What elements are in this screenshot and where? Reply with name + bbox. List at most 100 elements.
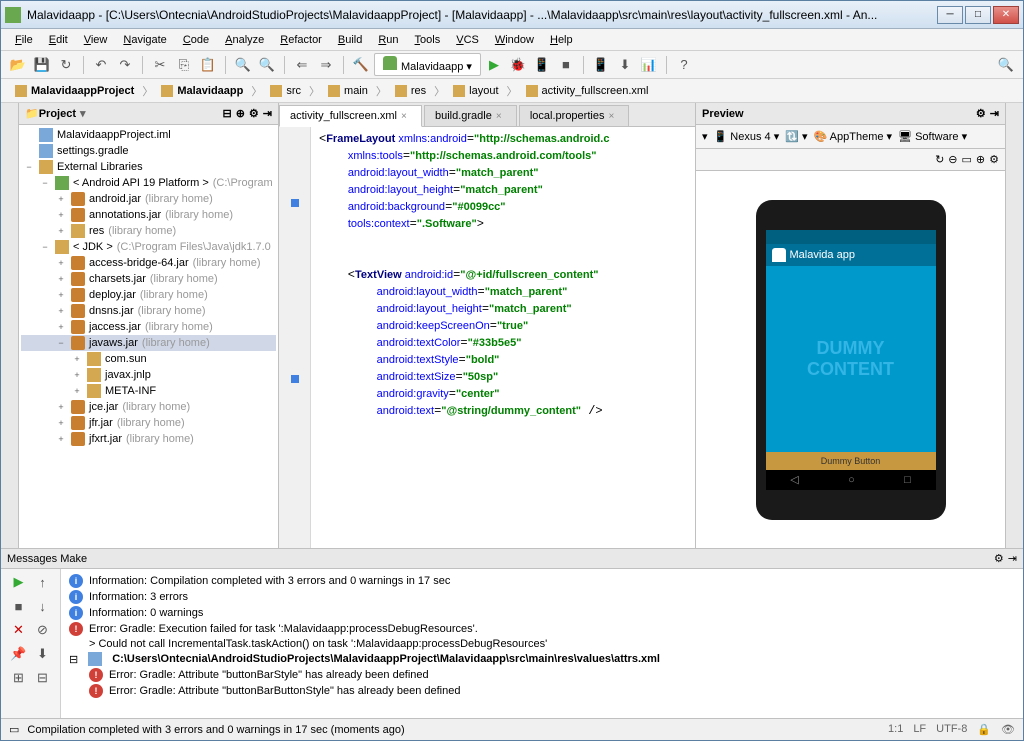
forward-icon[interactable]: ⇒ — [315, 54, 337, 76]
maximize-button[interactable]: □ — [965, 6, 991, 24]
right-gutter[interactable] — [1005, 103, 1023, 548]
left-gutter[interactable] — [1, 103, 19, 548]
messages-list[interactable]: iInformation: Compilation completed with… — [61, 569, 1023, 718]
menu-run[interactable]: Run — [370, 31, 406, 49]
tree-toggle-icon[interactable]: + — [71, 386, 83, 396]
tree-toggle-icon[interactable]: ⊟ — [69, 653, 78, 666]
settings-icon[interactable]: ⚙ — [989, 153, 999, 166]
phone-screen[interactable]: Malavida app DUMMY CONTENT Dummy Button … — [766, 230, 936, 490]
menu-view[interactable]: View — [76, 31, 116, 49]
minimize-button[interactable]: ─ — [937, 6, 963, 24]
tree-item[interactable]: +jfxrt.jar(library home) — [21, 431, 276, 447]
tree-item[interactable]: +charsets.jar(library home) — [21, 271, 276, 287]
paste-icon[interactable]: 📋 — [197, 54, 219, 76]
render-selector[interactable]: 🖥 Software ▾ — [898, 130, 967, 143]
tree-item[interactable]: +dnsns.jar(library home) — [21, 303, 276, 319]
tree-toggle-icon[interactable]: + — [71, 354, 83, 364]
breadcrumb-item[interactable]: res — [387, 83, 434, 99]
hide-icon[interactable]: ⇥ — [990, 107, 999, 120]
tree-toggle-icon[interactable]: + — [55, 418, 67, 428]
menu-file[interactable]: File — [7, 31, 41, 49]
tree-toggle-icon[interactable]: + — [55, 402, 67, 412]
tree-toggle-icon[interactable]: + — [71, 370, 83, 380]
tree-item[interactable]: settings.gradle — [21, 143, 276, 159]
breadcrumb-item[interactable]: src — [262, 83, 309, 99]
tree-item[interactable]: +javax.jnlp — [21, 367, 276, 383]
tree-item[interactable]: +com.sun — [21, 351, 276, 367]
tree-toggle-icon[interactable]: + — [55, 306, 67, 316]
message-item[interactable]: !Error: Gradle: Attribute "buttonBarButt… — [65, 683, 1019, 699]
make-icon[interactable]: 🔨 — [350, 54, 372, 76]
orientation-icon[interactable]: 🔃 ▾ — [785, 130, 807, 143]
message-item[interactable]: !Error: Gradle: Attribute "buttonBarStyl… — [65, 667, 1019, 683]
zoom-fit-icon[interactable]: ▭ — [962, 153, 972, 166]
tree-item[interactable]: −javaws.jar(library home) — [21, 335, 276, 351]
menu-analyze[interactable]: Analyze — [217, 31, 272, 49]
encoding[interactable]: UTF-8 — [936, 723, 967, 736]
zoom-in-icon[interactable]: ⊕ — [976, 153, 985, 166]
cursor-position[interactable]: 1:1 — [888, 723, 903, 736]
find-icon[interactable]: 🔍 — [232, 54, 254, 76]
monitor-icon[interactable]: 📊 — [638, 54, 660, 76]
open-icon[interactable]: 📂 — [7, 54, 29, 76]
tree-toggle-icon[interactable]: − — [55, 338, 67, 348]
palette-icon[interactable]: ▾ — [702, 130, 708, 143]
undo-icon[interactable]: ↶ — [90, 54, 112, 76]
up-icon[interactable]: ↑ — [34, 573, 52, 591]
tree-item[interactable]: MalavidaappProject.iml — [21, 127, 276, 143]
expand-icon[interactable]: ⊞ — [10, 669, 28, 687]
zoom-out-icon[interactable]: ⊖ — [948, 153, 957, 166]
titlebar[interactable]: Malavidaapp - [C:\Users\Ontecnia\Android… — [1, 1, 1023, 29]
breadcrumb-item[interactable]: main — [320, 83, 376, 99]
message-item[interactable]: > Could not call IncrementalTask.taskAct… — [65, 637, 1019, 651]
search-icon[interactable]: 🔍 — [995, 54, 1017, 76]
tree-item[interactable]: +access-bridge-64.jar(library home) — [21, 255, 276, 271]
code-area[interactable]: <FrameLayout xmlns:android="http://schem… — [311, 127, 695, 548]
stop-icon[interactable]: ■ — [10, 597, 28, 615]
run-config-selector[interactable]: Malavidaapp ▾ — [374, 53, 481, 76]
menu-vcs[interactable]: VCS — [448, 31, 487, 49]
menu-help[interactable]: Help — [542, 31, 581, 49]
menu-edit[interactable]: Edit — [41, 31, 76, 49]
status-hide-icon[interactable]: ▭ — [9, 723, 19, 736]
menu-window[interactable]: Window — [487, 31, 542, 49]
tree-item[interactable]: +android.jar(library home) — [21, 191, 276, 207]
redo-icon[interactable]: ↷ — [114, 54, 136, 76]
tree-item[interactable]: +res(library home) — [21, 223, 276, 239]
close-icon[interactable]: ✕ — [10, 621, 28, 639]
help-icon[interactable]: ? — [673, 54, 695, 76]
tree-item[interactable]: +annotations.jar(library home) — [21, 207, 276, 223]
project-tree[interactable]: MalavidaappProject.imlsettings.gradle−Ex… — [19, 125, 278, 548]
menu-tools[interactable]: Tools — [407, 31, 449, 49]
inspector-icon[interactable]: 👁 — [1001, 723, 1015, 736]
tree-toggle-icon[interactable]: − — [23, 162, 35, 172]
tree-toggle-icon[interactable]: + — [55, 434, 67, 444]
gear-icon[interactable]: ⚙ — [976, 107, 986, 120]
down-icon[interactable]: ↓ — [34, 597, 52, 615]
tree-toggle-icon[interactable]: − — [39, 178, 51, 188]
editor-tab[interactable]: local.properties× — [519, 105, 630, 126]
menu-build[interactable]: Build — [330, 31, 370, 49]
tree-item[interactable]: +deploy.jar(library home) — [21, 287, 276, 303]
tree-toggle-icon[interactable]: − — [39, 242, 51, 252]
breadcrumb-item[interactable]: MalavidaappProject — [7, 83, 142, 99]
tree-toggle-icon[interactable]: + — [55, 322, 67, 332]
export-icon[interactable]: ⬇ — [34, 645, 52, 663]
collapse-icon[interactable]: ⊟ — [34, 669, 52, 687]
tree-item[interactable]: −< Android API 19 Platform >(C:\Program — [21, 175, 276, 191]
message-item[interactable]: iInformation: Compilation completed with… — [65, 573, 1019, 589]
menu-refactor[interactable]: Refactor — [272, 31, 330, 49]
tree-item[interactable]: +jce.jar(library home) — [21, 399, 276, 415]
tree-item[interactable]: +jfr.jar(library home) — [21, 415, 276, 431]
pin-icon[interactable]: 📌 — [10, 645, 28, 663]
device-selector[interactable]: 📱 Nexus 4 ▾ — [714, 130, 780, 143]
avd-icon[interactable]: 📱 — [590, 54, 612, 76]
filter-icon[interactable]: ⊘ — [34, 621, 52, 639]
tab-close-icon[interactable]: × — [401, 111, 411, 121]
line-ending[interactable]: LF — [913, 723, 926, 736]
lock-icon[interactable]: 🔒 — [977, 723, 991, 736]
tree-item[interactable]: −External Libraries — [21, 159, 276, 175]
tree-item[interactable]: +META-INF — [21, 383, 276, 399]
tree-toggle-icon[interactable]: + — [55, 226, 67, 236]
sync-icon[interactable]: ↻ — [55, 54, 77, 76]
